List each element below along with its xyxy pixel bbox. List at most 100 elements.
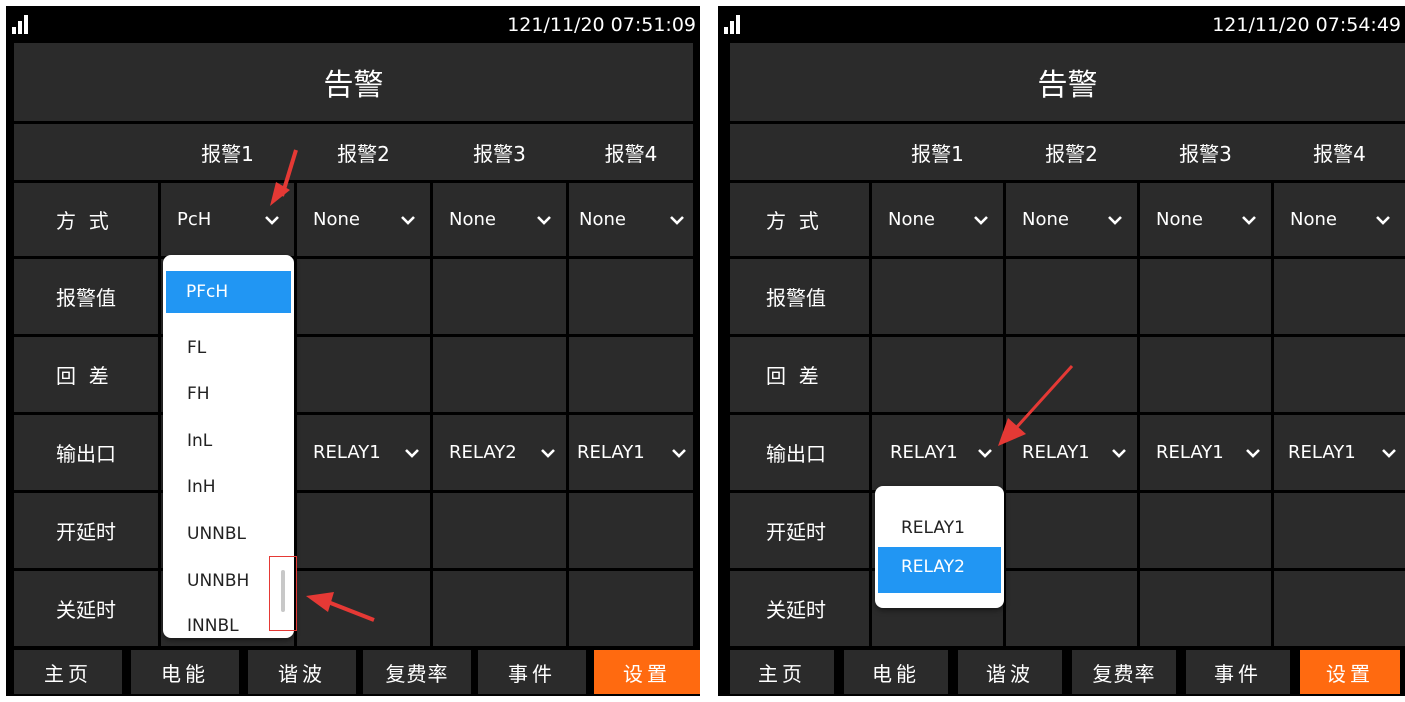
bottom-nav: 主页 电能 谐波 复费率 事件 设置 (718, 646, 1405, 696)
output-select-3[interactable]: RELAY2 (433, 415, 566, 490)
on-delay-cell-4[interactable] (569, 493, 693, 568)
chevron-down-icon (974, 215, 988, 225)
nav-home[interactable]: 主页 (730, 650, 834, 694)
mode-select-2[interactable]: None (297, 183, 430, 256)
mode-select-2[interactable]: None (1006, 183, 1137, 256)
on-delay-cell-3[interactable] (433, 493, 566, 568)
output-select-4[interactable]: RELAY1 (569, 415, 693, 490)
output-select-1-value: RELAY1 (890, 442, 958, 463)
row-label-output: 输出口 (14, 415, 158, 490)
mode-select-3[interactable]: None (1140, 183, 1271, 256)
nav-home[interactable]: 主页 (14, 650, 122, 694)
nav-energy[interactable]: 电能 (131, 650, 239, 694)
nav-multi-rate[interactable]: 复费率 (1072, 650, 1176, 694)
column-header-3: 报警3 (473, 141, 526, 166)
datetime: 121/11/20 07:54:49 (1212, 14, 1401, 36)
hysteresis-cell-1[interactable] (872, 337, 1003, 412)
row-label-on-delay: 开延时 (14, 493, 158, 568)
on-delay-cell-4[interactable] (1274, 493, 1405, 568)
column-header-1: 报警1 (911, 141, 964, 166)
dropdown-option[interactable]: UNNBH (163, 565, 249, 597)
chevron-down-icon (405, 448, 419, 458)
mode-select-1-value: None (888, 209, 935, 230)
on-delay-cell-2[interactable] (297, 493, 430, 568)
mode-select-1[interactable]: None (872, 183, 1003, 256)
nav-events[interactable]: 事件 (1186, 650, 1290, 694)
chevron-down-icon (541, 448, 555, 458)
output-select-3-value: RELAY1 (1156, 442, 1224, 463)
alarm-value-cell-4[interactable] (1274, 259, 1405, 334)
nav-settings[interactable]: 设置 (1300, 650, 1400, 694)
alarm-value-cell-3[interactable] (433, 259, 566, 334)
nav-energy[interactable]: 电能 (844, 650, 948, 694)
output-select-4[interactable]: RELAY1 (1274, 415, 1405, 490)
annotation-arrow (306, 592, 375, 622)
nav-settings[interactable]: 设置 (594, 650, 700, 694)
chevron-down-icon (672, 448, 686, 458)
hysteresis-cell-4[interactable] (569, 337, 693, 412)
output-select-2[interactable]: RELAY1 (297, 415, 430, 490)
signal-icon (12, 12, 34, 34)
nav-harmonics[interactable]: 谐波 (248, 650, 356, 694)
status-bar: 121/11/20 07:51:09 (6, 6, 700, 43)
chevron-down-icon (1382, 448, 1396, 458)
alarm-value-cell-3[interactable] (1140, 259, 1271, 334)
row-label-off-delay: 关延时 (14, 571, 158, 646)
chevron-down-icon (1108, 215, 1122, 225)
alarm-value-cell-4[interactable] (569, 259, 693, 334)
alarm-value-cell-2[interactable] (1006, 259, 1137, 334)
output-dropdown-list[interactable]: RELAY1 RELAY2 (875, 486, 1004, 608)
mode-select-3[interactable]: None (433, 183, 566, 256)
page-title: 告警 (730, 43, 1405, 121)
off-delay-cell-3[interactable] (1140, 571, 1271, 646)
dropdown-option[interactable]: RELAY1 (875, 510, 965, 546)
row-label-on-delay: 开延时 (730, 493, 869, 568)
dropdown-option[interactable]: INNBL (163, 610, 239, 638)
output-select-3[interactable]: RELAY1 (1140, 415, 1271, 490)
column-header-3: 报警3 (1179, 141, 1232, 166)
row-label-hysteresis: 回 差 (730, 337, 869, 412)
column-header-2: 报警2 (337, 141, 390, 166)
off-delay-cell-3[interactable] (433, 571, 566, 646)
nav-events[interactable]: 事件 (478, 650, 586, 694)
mode-select-3-value: None (449, 209, 496, 230)
alarm-table: 告警 报警1 报警2 报警3 报警4 方 式 报警值 回 差 输出口 开延时 关… (6, 43, 700, 646)
output-select-1[interactable]: RELAY1 (872, 415, 1003, 490)
dropdown-option[interactable]: RELAY2 (878, 547, 1001, 593)
alarm-value-cell-1[interactable] (872, 259, 1003, 334)
mode-select-4[interactable]: None (1274, 183, 1405, 256)
hysteresis-cell-3[interactable] (433, 337, 566, 412)
column-header-2: 报警2 (1045, 141, 1098, 166)
mode-select-4[interactable]: None (569, 183, 693, 256)
on-delay-cell-2[interactable] (1006, 493, 1137, 568)
output-select-3-value: RELAY2 (449, 442, 517, 463)
dropdown-option[interactable]: FH (163, 378, 210, 410)
row-label-mode: 方 式 (730, 183, 869, 256)
hysteresis-cell-4[interactable] (1274, 337, 1405, 412)
row-label-output: 输出口 (730, 415, 869, 490)
mode-select-3-value: None (1156, 209, 1203, 230)
off-delay-cell-2[interactable] (1006, 571, 1137, 646)
mode-select-4-value: None (579, 209, 626, 230)
alarm-value-cell-2[interactable] (297, 259, 430, 334)
nav-multi-rate[interactable]: 复费率 (363, 650, 471, 694)
dropdown-option[interactable]: UNNBL (163, 518, 246, 550)
nav-harmonics[interactable]: 谐波 (958, 650, 1062, 694)
off-delay-cell-4[interactable] (569, 571, 693, 646)
status-bar: 121/11/20 07:54:49 (718, 6, 1405, 43)
dropdown-option[interactable]: InL (163, 425, 212, 457)
on-delay-cell-3[interactable] (1140, 493, 1271, 568)
dropdown-option[interactable]: InH (163, 471, 216, 503)
dropdown-option[interactable]: FL (163, 332, 206, 364)
chevron-down-icon (401, 215, 415, 225)
chevron-down-icon (1246, 448, 1260, 458)
mode-select-2-value: None (313, 209, 360, 230)
dropdown-option[interactable]: PFcH (166, 271, 291, 313)
hysteresis-cell-2[interactable] (297, 337, 430, 412)
row-label-mode: 方 式 (14, 183, 158, 256)
hysteresis-cell-3[interactable] (1140, 337, 1271, 412)
column-header-4: 报警4 (604, 141, 658, 166)
annotation-arrow (998, 364, 1074, 446)
column-header-4: 报警4 (1313, 141, 1366, 166)
off-delay-cell-4[interactable] (1274, 571, 1405, 646)
